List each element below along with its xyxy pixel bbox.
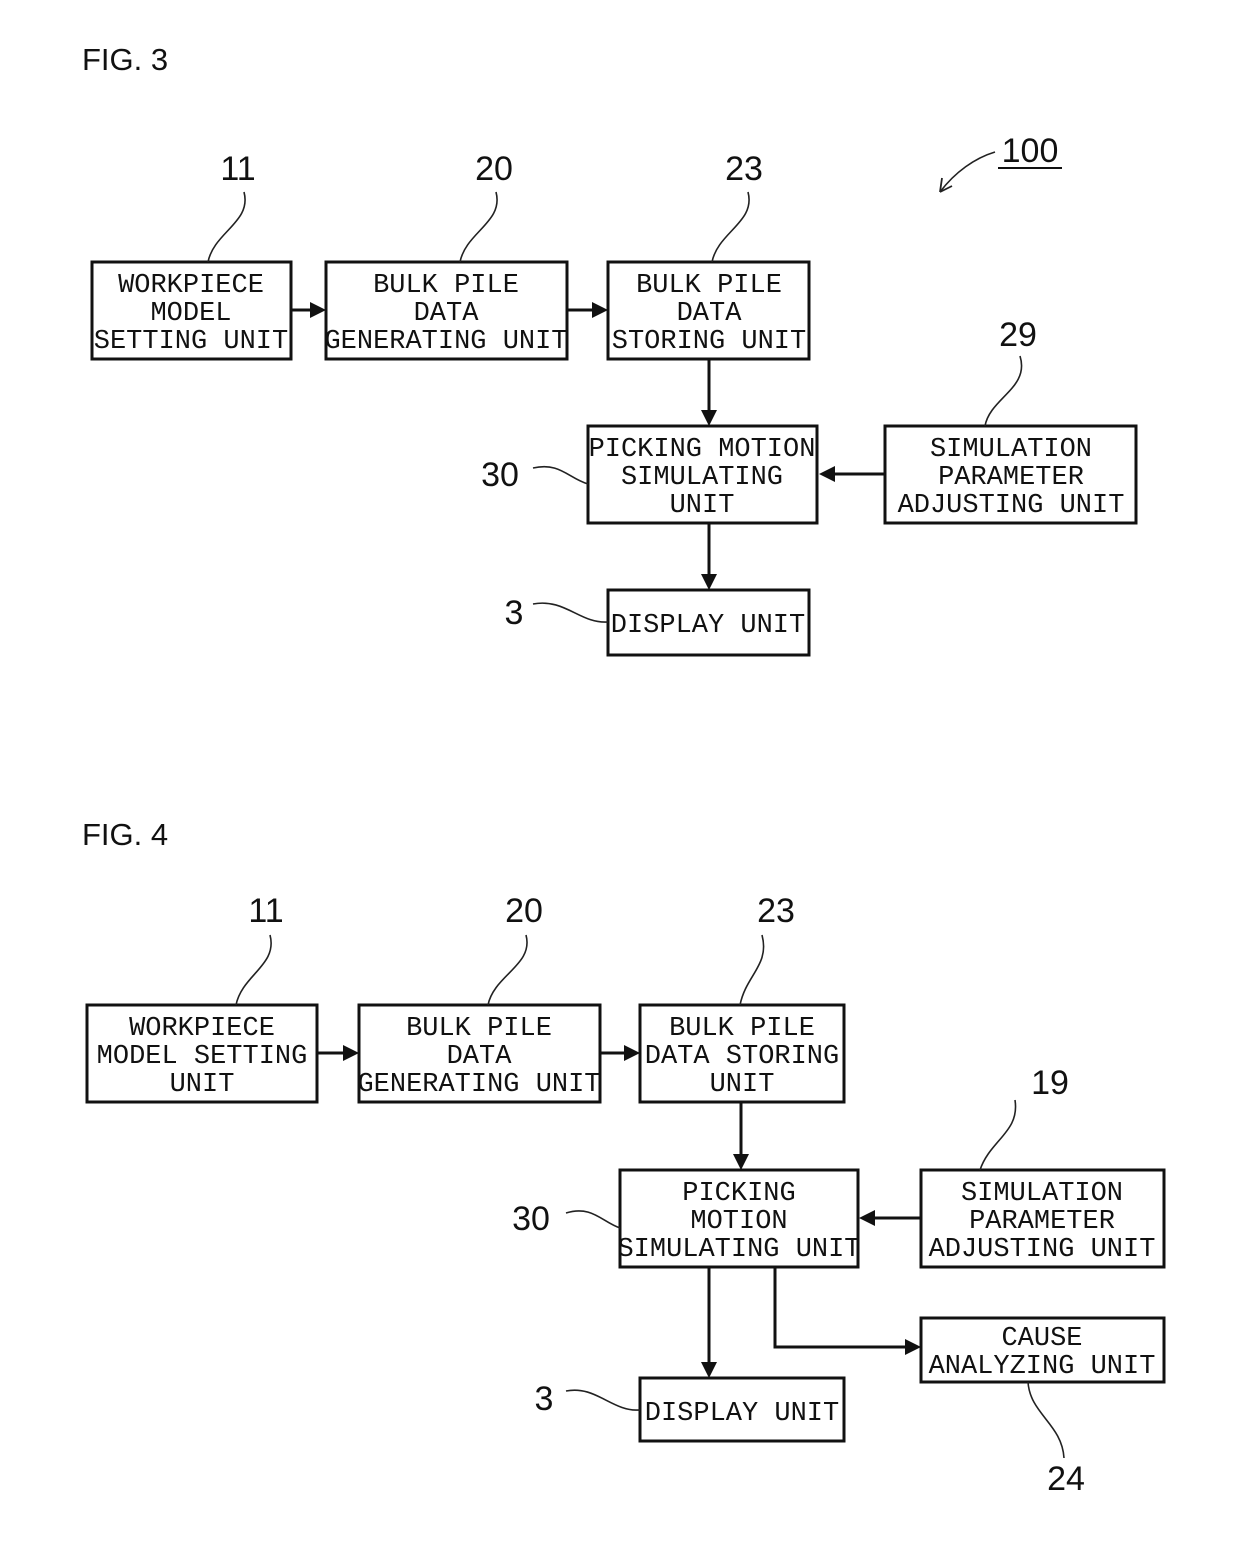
arrowhead-icon bbox=[819, 466, 835, 482]
ref-numeral: 30 bbox=[481, 456, 519, 494]
block-label-line: BULK PILE bbox=[406, 1014, 552, 1044]
block-label-line: DISPLAY UNIT bbox=[611, 611, 805, 641]
system-ref-label: 100 bbox=[1002, 132, 1059, 170]
block-label-line: DATA bbox=[414, 299, 480, 329]
block-label-line: GENERATING UNIT bbox=[324, 327, 567, 357]
block-picking-motion-simulating-unit: PICKING MOTION SIMULATING UNIT 30 bbox=[512, 1168, 861, 1269]
leader-line bbox=[984, 355, 1023, 427]
block-label-line: WORKPIECE bbox=[129, 1014, 275, 1044]
leader-line bbox=[1027, 1381, 1065, 1459]
arrowhead-icon bbox=[701, 410, 717, 426]
block-label-line: SIMULATING UNIT bbox=[617, 1235, 860, 1265]
block-label-line: DATA STORING bbox=[645, 1042, 839, 1072]
block-label-line: DATA bbox=[447, 1042, 513, 1072]
block-bulk-pile-data-storing-unit: BULK PILE DATA STORING UNIT 23 bbox=[638, 892, 846, 1104]
block-label-line: BULK PILE bbox=[636, 271, 782, 301]
block-label-line: PICKING bbox=[682, 1179, 795, 1209]
block-label-line: ANALYZING UNIT bbox=[929, 1352, 1156, 1382]
block-label-line: MODEL SETTING bbox=[97, 1042, 308, 1072]
ref-numeral: 3 bbox=[535, 1380, 554, 1418]
leader-line bbox=[235, 934, 272, 1006]
leader-line bbox=[207, 191, 246, 263]
block-picking-motion-simulating-unit: PICKING MOTION SIMULATING UNIT 30 bbox=[481, 424, 819, 525]
arrowhead-icon bbox=[310, 302, 326, 318]
block-label-line: SIMULATION bbox=[961, 1179, 1123, 1209]
ref-numeral: 19 bbox=[1031, 1064, 1069, 1102]
block-label-line: BULK PILE bbox=[373, 271, 519, 301]
block-label-line: PICKING MOTION bbox=[589, 435, 816, 465]
arrowhead-icon bbox=[343, 1045, 359, 1061]
ref-numeral: 24 bbox=[1047, 1460, 1085, 1498]
block-label-line: DISPLAY UNIT bbox=[645, 1399, 839, 1429]
block-label-line: ADJUSTING UNIT bbox=[898, 491, 1125, 521]
figure-3-title: FIG. 3 bbox=[82, 42, 168, 77]
block-label-line: ADJUSTING UNIT bbox=[929, 1235, 1156, 1265]
leader-line bbox=[532, 602, 609, 623]
arrowhead-icon bbox=[859, 1210, 875, 1226]
block-label-line: GENERATING UNIT bbox=[357, 1070, 600, 1100]
arrowhead-icon bbox=[701, 574, 717, 590]
leader-line bbox=[739, 934, 765, 1006]
block-bulk-pile-data-generating-unit: BULK PILE DATA GENERATING UNIT 20 bbox=[324, 150, 569, 361]
block-label-line: WORKPIECE bbox=[118, 271, 264, 301]
block-display-unit: DISPLAY UNIT 3 bbox=[505, 588, 811, 657]
block-bulk-pile-data-storing-unit: BULK PILE DATA STORING UNIT 23 bbox=[606, 150, 811, 361]
block-label-line: PARAMETER bbox=[969, 1207, 1115, 1237]
arrowhead-icon bbox=[592, 302, 608, 318]
ref-numeral: 11 bbox=[220, 150, 255, 188]
block-label-line: DATA bbox=[677, 299, 743, 329]
block-workpiece-model-setting-unit: WORKPIECE MODEL SETTING UNIT 11 bbox=[90, 150, 293, 361]
connection-pm-ca bbox=[773, 1268, 906, 1349]
ref-numeral: 30 bbox=[512, 1200, 550, 1238]
figure-4-title: FIG. 4 bbox=[82, 817, 168, 852]
ref-numeral: 20 bbox=[505, 892, 543, 930]
leader-line bbox=[532, 465, 589, 485]
block-display-unit: DISPLAY UNIT 3 bbox=[535, 1376, 846, 1443]
block-label-line: MOTION bbox=[690, 1207, 787, 1237]
arrowhead-icon bbox=[701, 1362, 717, 1378]
ref-numeral: 20 bbox=[475, 150, 513, 188]
block-label-line: SIMULATING bbox=[621, 463, 783, 493]
block-simulation-parameter-adjusting-unit: SIMULATION PARAMETER ADJUSTING UNIT 19 bbox=[919, 1064, 1166, 1269]
leader-line bbox=[565, 1389, 641, 1411]
leader-line bbox=[979, 1099, 1017, 1171]
leader-line bbox=[711, 191, 750, 263]
leader-line bbox=[565, 1210, 621, 1229]
ref-numeral: 29 bbox=[999, 316, 1037, 354]
ref-numeral: 23 bbox=[757, 892, 795, 930]
block-bulk-pile-data-generating-unit: BULK PILE DATA GENERATING UNIT 20 bbox=[357, 892, 602, 1104]
block-label-line: MODEL bbox=[150, 299, 231, 329]
leader-line bbox=[459, 191, 498, 263]
patent-block-diagrams: FIG. 3 100 WORKPIECE MODEL SETTING UNIT … bbox=[82, 42, 1166, 1498]
block-workpiece-model-setting-unit: WORKPIECE MODEL SETTING UNIT 11 bbox=[85, 892, 319, 1104]
ref-numeral: 23 bbox=[725, 150, 763, 188]
ref-numeral: 11 bbox=[248, 892, 283, 930]
block-label-line: UNIT bbox=[710, 1070, 775, 1100]
ref-numeral: 3 bbox=[505, 594, 524, 632]
block-cause-analyzing-unit: CAUSE ANALYZING UNIT 24 bbox=[919, 1316, 1166, 1498]
block-label-line: UNIT bbox=[670, 491, 735, 521]
block-simulation-parameter-adjusting-unit: SIMULATION PARAMETER ADJUSTING UNIT 29 bbox=[883, 316, 1138, 525]
system-ref-100: 100 bbox=[939, 132, 1062, 193]
block-label-line: CAUSE bbox=[1001, 1324, 1082, 1354]
leader-line bbox=[487, 934, 528, 1006]
block-label-line: SIMULATION bbox=[930, 435, 1092, 465]
figure-3: FIG. 3 100 WORKPIECE MODEL SETTING UNIT … bbox=[82, 42, 1138, 657]
arrowhead-icon bbox=[733, 1154, 749, 1170]
block-label-line: UNIT bbox=[170, 1070, 235, 1100]
block-label-line: PARAMETER bbox=[938, 463, 1084, 493]
block-label-line: SETTING UNIT bbox=[94, 327, 288, 357]
block-label-line: STORING UNIT bbox=[612, 327, 806, 357]
figure-4: FIG. 4 WORKPIECE MODEL SETTING UNIT 11 B… bbox=[82, 817, 1166, 1498]
block-label-line: BULK PILE bbox=[669, 1014, 815, 1044]
system-ref-arrow bbox=[939, 151, 996, 193]
arrowhead-icon bbox=[624, 1045, 640, 1061]
arrowhead-icon bbox=[905, 1339, 921, 1355]
